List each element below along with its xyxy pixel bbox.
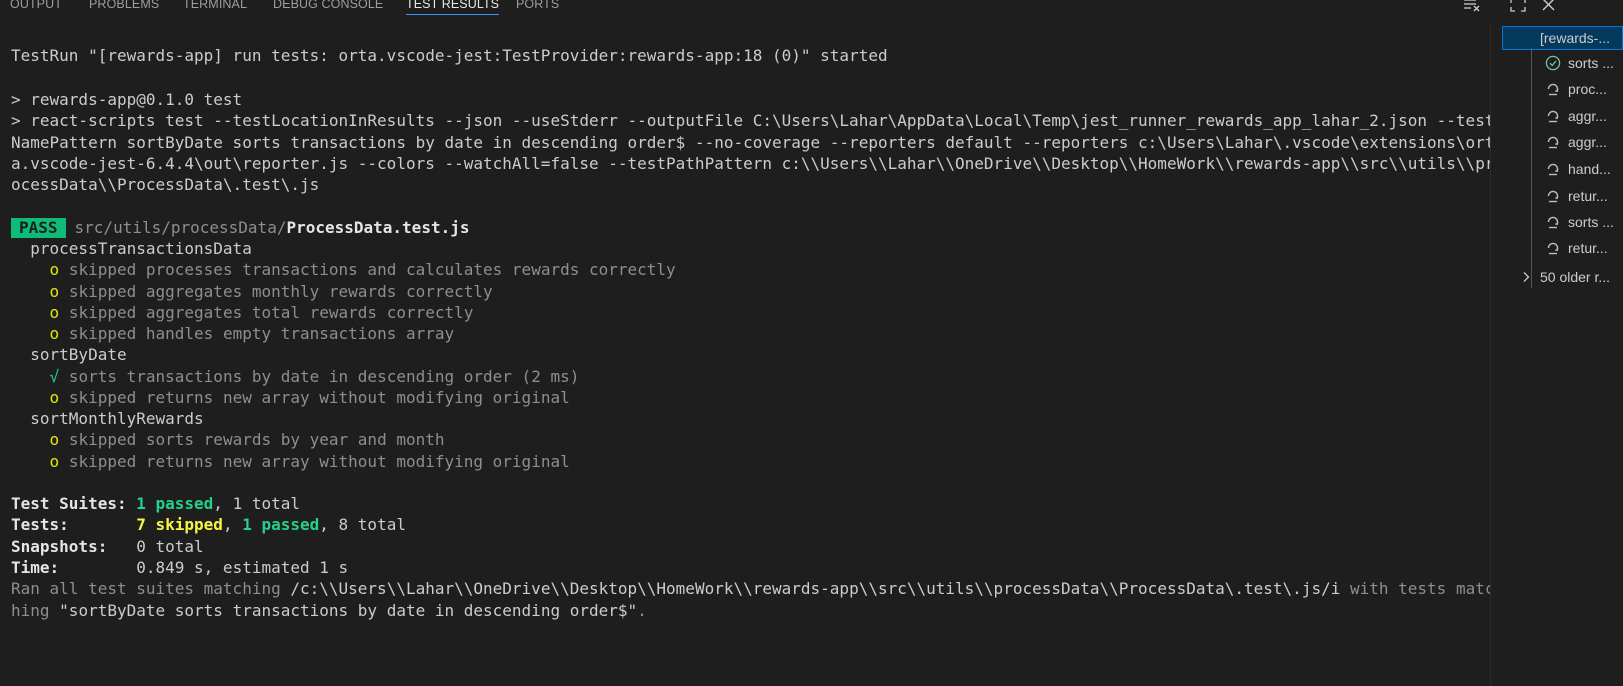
pass-check-icon <box>1545 55 1561 71</box>
skip-icon <box>1545 134 1561 150</box>
ran-all-suites-line-1: Ran all test suites matching /c:\\Users\… <box>11 579 1490 598</box>
tab-test-results[interactable]: TEST RESULTS <box>406 0 500 17</box>
summary-test-suites: Test Suites: 1 passed, 1 total <box>11 494 300 513</box>
skipped-marker-icon: o <box>49 282 60 301</box>
command-line-2: NamePattern sortByDate sorts transaction… <box>11 133 1490 152</box>
tab-debug-console[interactable]: DEBUG CONSOLE <box>273 0 383 17</box>
skip-icon <box>1545 81 1561 97</box>
skipped-marker-icon: o <box>49 430 60 449</box>
command-line-1: > react-scripts test --testLocationInRes… <box>11 111 1490 130</box>
summary-tests: Tests: 7 skipped, 1 passed, 8 total <box>11 515 406 534</box>
test-line-skipped: o skipped handles empty transactions arr… <box>49 324 455 343</box>
npm-script-line: > rewards-app@0.1.0 test <box>11 90 243 109</box>
describe-sort-monthly-rewards: sortMonthlyRewards <box>30 409 204 428</box>
test-line-passed: √ sorts transactions by date in descendi… <box>49 367 580 386</box>
testrun-started-line: TestRun "[rewards-app] run tests: orta.v… <box>11 46 888 65</box>
maximize-icon[interactable] <box>1508 0 1528 14</box>
skipped-marker-icon: o <box>49 388 60 407</box>
pass-line: PASS src/utils/processData/ProcessData.te… <box>11 217 469 238</box>
test-results-panel: OUTPUT PROBLEMS TERMINAL DEBUG CONSOLE T… <box>0 0 1623 686</box>
test-item-skipped[interactable]: aggr... <box>1502 104 1623 128</box>
test-item-skipped[interactable]: proc... <box>1502 77 1623 101</box>
close-icon[interactable] <box>1539 0 1559 14</box>
tab-problems[interactable]: PROBLEMS <box>89 0 159 17</box>
summary-time: Time: 0.849 s, estimated 1 s <box>11 558 349 577</box>
skip-icon <box>1545 161 1561 177</box>
test-line-skipped: o skipped aggregates monthly rewards cor… <box>49 282 493 301</box>
skipped-marker-icon: o <box>49 260 60 279</box>
describe-process-transactions: processTransactionsData <box>30 239 252 258</box>
clear-all-icon[interactable] <box>1462 0 1482 14</box>
skip-icon <box>1545 108 1561 124</box>
skipped-marker-icon: o <box>49 324 60 343</box>
test-line-skipped: o skipped returns new array without modi… <box>49 452 570 471</box>
command-line-4: ocessData\\ProcessData\.test\.js <box>11 175 320 194</box>
tab-ports[interactable]: PORTS <box>516 0 559 17</box>
skipped-marker-icon: o <box>49 452 60 471</box>
test-run-tree: [rewards-... sorts ... proc... aggr... a… <box>1502 24 1623 686</box>
test-item-skipped[interactable]: retur... <box>1502 184 1623 208</box>
tab-terminal[interactable]: TERMINAL <box>183 0 247 17</box>
test-line-skipped: o skipped processes transactions and cal… <box>49 260 676 279</box>
test-run-root[interactable]: [rewards-... <box>1502 26 1623 50</box>
command-line-3: a.vscode-jest-6.4.4\out\reporter.js --co… <box>11 154 1490 173</box>
test-item-passed[interactable]: sorts ... <box>1502 51 1623 75</box>
tab-output[interactable]: OUTPUT <box>10 0 62 17</box>
test-line-skipped: o skipped sorts rewards by year and mont… <box>49 430 445 449</box>
older-runs-item[interactable]: 50 older r... <box>1502 265 1623 289</box>
passed-check-icon: √ <box>49 367 60 386</box>
test-line-skipped: o skipped aggregates total rewards corre… <box>49 303 474 322</box>
chevron-right-icon <box>1518 269 1534 285</box>
skip-icon <box>1545 188 1561 204</box>
ran-all-suites-line-2: hing "sortByDate sorts transactions by d… <box>11 601 647 620</box>
skipped-marker-icon: o <box>49 303 60 322</box>
skip-icon <box>1545 214 1561 230</box>
pass-badge: PASS <box>11 218 66 238</box>
summary-snapshots: Snapshots: 0 total <box>11 537 204 556</box>
describe-sort-by-date: sortByDate <box>30 345 127 364</box>
test-item-skipped[interactable]: sorts ... <box>1502 210 1623 234</box>
test-item-skipped[interactable]: hand... <box>1502 157 1623 181</box>
panel-tab-bar: OUTPUT PROBLEMS TERMINAL DEBUG CONSOLE T… <box>0 0 1623 22</box>
test-item-skipped[interactable]: aggr... <box>1502 130 1623 154</box>
skip-icon <box>1545 240 1561 256</box>
test-file-dir: src/utils/processData/ <box>74 218 287 237</box>
test-item-skipped[interactable]: retur... <box>1502 236 1623 260</box>
test-file-name: ProcessData.test.js <box>286 218 470 237</box>
test-line-skipped: o skipped returns new array without modi… <box>49 388 570 407</box>
test-output-terminal[interactable]: TestRun "[rewards-app] run tests: orta.v… <box>0 36 1490 676</box>
